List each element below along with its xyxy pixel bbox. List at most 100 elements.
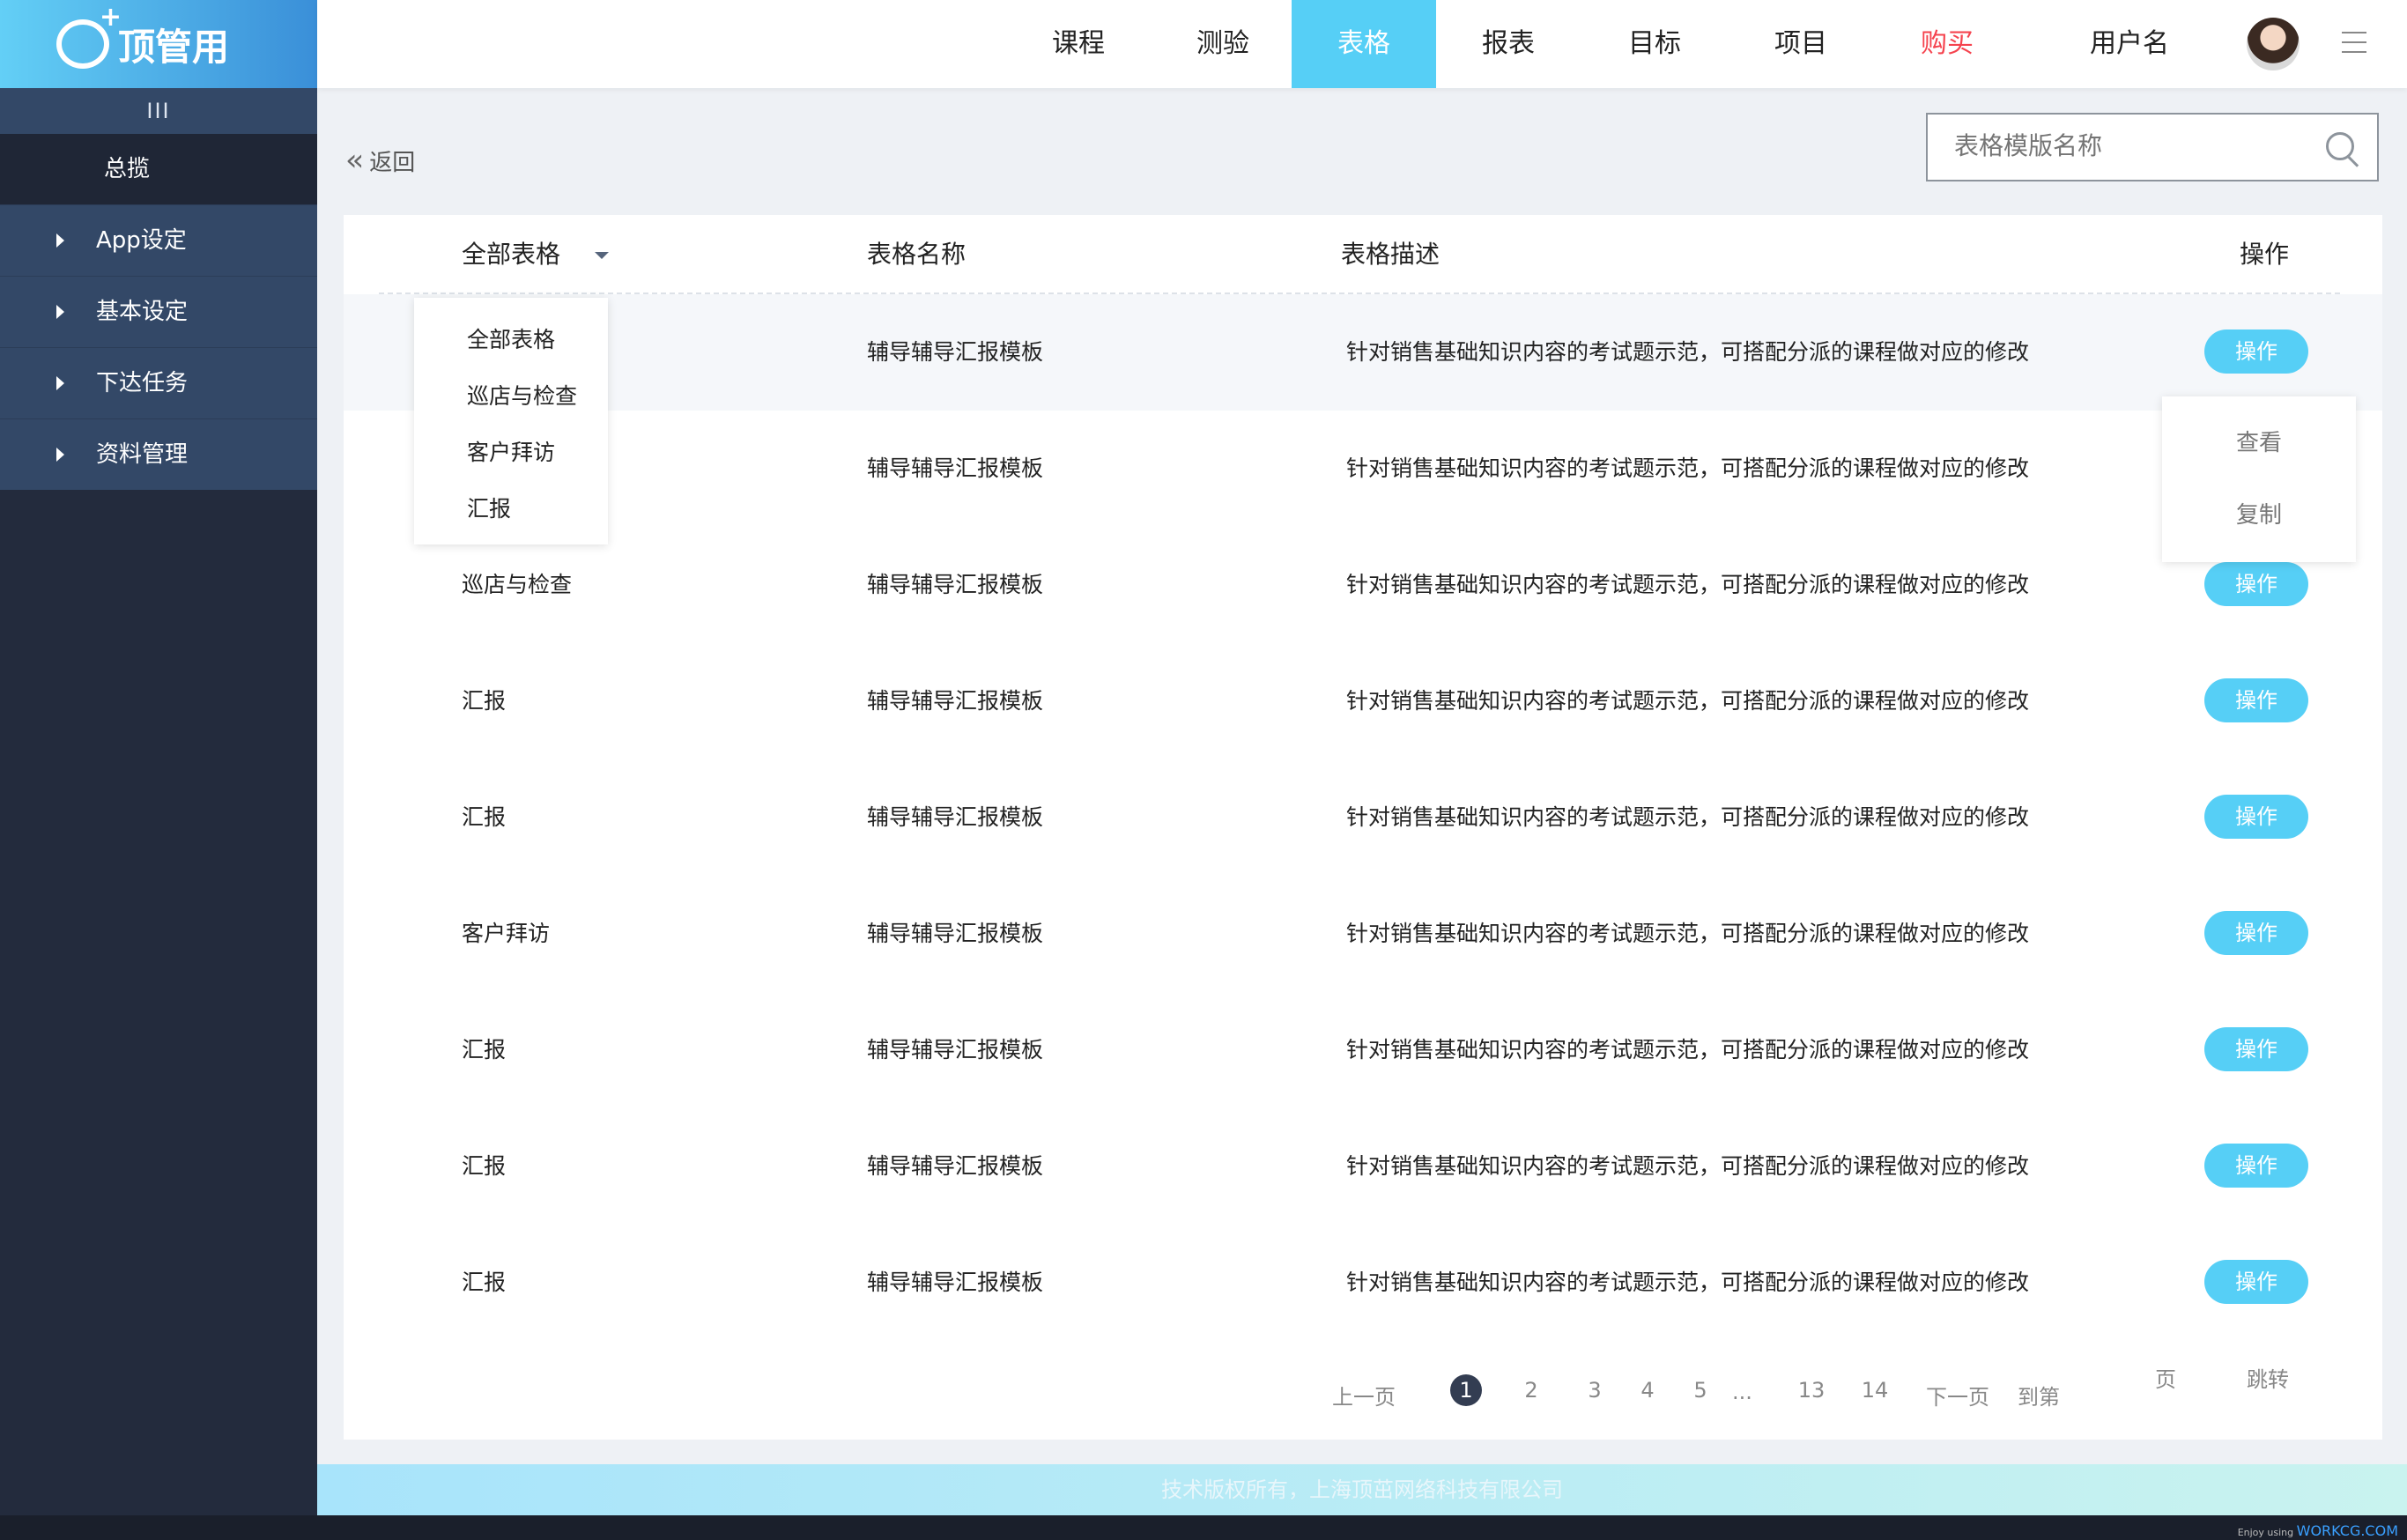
nav-purchase[interactable]: 购买 (1875, 0, 2019, 88)
username[interactable]: 用户名 (2090, 0, 2169, 88)
nav-forms[interactable]: 表格 (1292, 0, 1436, 88)
action-button[interactable]: 操作 (2204, 329, 2308, 374)
page-4[interactable]: 4 (1632, 1374, 1663, 1406)
filter-option-report[interactable]: 汇报 (414, 481, 608, 537)
credit-prefix: Enjoy using (2237, 1527, 2294, 1538)
next-page-button[interactable]: 下一页 (1926, 1380, 1989, 1410)
action-view[interactable]: 查看 (2162, 407, 2356, 479)
cell-desc: 针对销售基础知识内容的考试题示范，可搭配分派的课程做对应的修改 (1346, 688, 2030, 714)
logo-icon (56, 2, 122, 69)
table-row: 辅导辅导汇报模板 针对销售基础知识内容的考试题示范，可搭配分派的课程做对应的修改… (344, 411, 2382, 527)
sidebar-item-label: 资料管理 (96, 441, 189, 468)
nav-projects[interactable]: 项目 (1729, 0, 1873, 88)
cell-name: 辅导辅导汇报模板 (867, 1037, 1044, 1062)
filter-option-inspection[interactable]: 巡店与检查 (414, 368, 608, 425)
caret-right-icon (56, 233, 64, 248)
header-form-desc: 表格描述 (1341, 240, 1440, 269)
sidebar-item-basic-settings[interactable]: 基本设定 (0, 276, 317, 347)
credit: Enjoy using WORKCG.COM (2238, 1522, 2398, 1539)
search-icon[interactable] (2326, 132, 2354, 160)
page-suffix-label: 页 (2155, 1367, 2176, 1392)
filter-header-label: 全部表格 (462, 240, 561, 269)
top-nav: 课程 测验 表格 报表 目标 项目 购买 用户名 (317, 0, 2407, 88)
cell-name: 辅导辅导汇报模板 (867, 921, 1044, 946)
sidebar-item-label: 下达任务 (96, 370, 189, 396)
page-14[interactable]: 14 (1859, 1374, 1891, 1406)
filter-option-all[interactable]: 全部表格 (414, 312, 608, 368)
table-row: 汇报 辅导辅导汇报模板 针对销售基础知识内容的考试题示范，可搭配分派的课程做对应… (344, 992, 2382, 1108)
nav-quizzes[interactable]: 测验 (1151, 0, 1295, 88)
prev-page-button[interactable]: 上一页 (1332, 1380, 1396, 1410)
forms-table: 全部表格 表格名称 表格描述 操作 辅导辅导汇报模板 针对销售基础知识内容的考试… (344, 215, 2382, 1440)
sidebar-item-label: App设定 (96, 227, 187, 254)
logo-text: 顶管用 (118, 25, 230, 69)
page-1[interactable]: 1 (1450, 1374, 1482, 1406)
sidebar-collapse-button[interactable]: III (0, 88, 317, 134)
cell-name: 辅导辅导汇报模板 (867, 1153, 1044, 1179)
sidebar-item-assign-tasks[interactable]: 下达任务 (0, 347, 317, 418)
back-link[interactable]: ‹‹ 返回 (345, 143, 415, 178)
search-input[interactable] (1952, 130, 2308, 161)
jump-button[interactable]: 跳转 (2247, 1362, 2289, 1393)
cell-desc: 针对销售基础知识内容的考试题示范，可搭配分派的课程做对应的修改 (1346, 1270, 2030, 1295)
sidebar: 顶管用 III 总揽 App设定 基本设定 下达任务 资料管理 (0, 0, 317, 1515)
cell-name: 辅导辅导汇报模板 (867, 688, 1044, 714)
cell-desc: 针对销售基础知识内容的考试题示范，可搭配分派的课程做对应的修改 (1346, 339, 2030, 365)
nav-courses[interactable]: 课程 (1006, 0, 1151, 88)
footer: 技术版权所有，上海顶茁网络科技有限公司 (317, 1464, 2407, 1515)
search-box (1926, 113, 2379, 181)
table-row: 辅导辅导汇报模板 针对销售基础知识内容的考试题示范，可搭配分派的课程做对应的修改… (344, 294, 2382, 411)
table-row: 汇报 辅导辅导汇报模板 针对销售基础知识内容的考试题示范，可搭配分派的课程做对应… (344, 1108, 2382, 1225)
caret-right-icon (56, 376, 64, 390)
sidebar-item-data-management[interactable]: 资料管理 (0, 418, 317, 490)
cell-name: 辅导辅导汇报模板 (867, 804, 1044, 830)
action-button[interactable]: 操作 (2204, 1027, 2308, 1071)
cell-desc: 针对销售基础知识内容的考试题示范，可搭配分派的课程做对应的修改 (1346, 455, 2030, 481)
cell-name: 辅导辅导汇报模板 (867, 455, 1044, 481)
double-chevron-left-icon: ‹‹ (345, 143, 364, 178)
caret-right-icon (56, 448, 64, 462)
sidebar-item-overview[interactable]: 总揽 (0, 134, 317, 204)
cell-desc: 针对销售基础知识内容的考试题示范，可搭配分派的课程做对应的修改 (1346, 572, 2030, 597)
filter-header[interactable]: 全部表格 (462, 215, 609, 294)
action-button[interactable]: 操作 (2204, 911, 2308, 955)
bottom-bar (0, 1515, 2407, 1540)
table-row: 客户拜访 辅导辅导汇报模板 针对销售基础知识内容的考试题示范，可搭配分派的课程做… (344, 876, 2382, 992)
action-button[interactable]: 操作 (2204, 795, 2308, 839)
action-button[interactable]: 操作 (2204, 562, 2308, 606)
cell-type: 汇报 (462, 1037, 507, 1062)
page-13[interactable]: 13 (1796, 1374, 1827, 1406)
credit-brand: WORKCG.COM (2296, 1522, 2398, 1539)
menu-icon[interactable] (2342, 32, 2366, 56)
cell-desc: 针对销售基础知识内容的考试题示范，可搭配分派的课程做对应的修改 (1346, 1037, 2030, 1062)
header-form-name: 表格名称 (867, 240, 967, 269)
header-actions: 操作 (2240, 240, 2290, 269)
cell-name: 辅导辅导汇报模板 (867, 1270, 1044, 1295)
cell-name: 辅导辅导汇报模板 (867, 572, 1044, 597)
cell-type: 汇报 (462, 1270, 507, 1295)
action-copy[interactable]: 复制 (2162, 479, 2356, 552)
sidebar-item-app-settings[interactable]: App设定 (0, 204, 317, 276)
action-menu: 查看 复制 (2162, 396, 2356, 562)
cell-desc: 针对销售基础知识内容的考试题示范，可搭配分派的课程做对应的修改 (1346, 804, 2030, 830)
page-5[interactable]: 5 (1685, 1374, 1716, 1406)
back-label: 返回 (369, 149, 416, 176)
logo[interactable]: 顶管用 (0, 0, 317, 88)
action-button[interactable]: 操作 (2204, 678, 2308, 722)
avatar[interactable] (2247, 18, 2300, 70)
cell-type: 汇报 (462, 1153, 507, 1179)
action-button[interactable]: 操作 (2204, 1144, 2308, 1188)
action-button[interactable]: 操作 (2204, 1260, 2308, 1304)
caret-right-icon (56, 305, 64, 319)
nav-reports[interactable]: 报表 (1436, 0, 1581, 88)
table-row: 汇报 辅导辅导汇报模板 针对销售基础知识内容的考试题示范，可搭配分派的课程做对应… (344, 643, 2382, 759)
cell-name: 辅导辅导汇报模板 (867, 339, 1044, 365)
cell-desc: 针对销售基础知识内容的考试题示范，可搭配分派的课程做对应的修改 (1346, 1153, 2030, 1179)
caret-down-icon (594, 252, 609, 259)
nav-goals[interactable]: 目标 (1582, 0, 1727, 88)
table-row: 汇报 辅导辅导汇报模板 针对销售基础知识内容的考试题示范，可搭配分派的课程做对应… (344, 1225, 2382, 1341)
cell-type: 汇报 (462, 688, 507, 714)
page-2[interactable]: 2 (1515, 1374, 1547, 1406)
filter-option-visit[interactable]: 客户拜访 (414, 425, 608, 481)
page-3[interactable]: 3 (1579, 1374, 1611, 1406)
